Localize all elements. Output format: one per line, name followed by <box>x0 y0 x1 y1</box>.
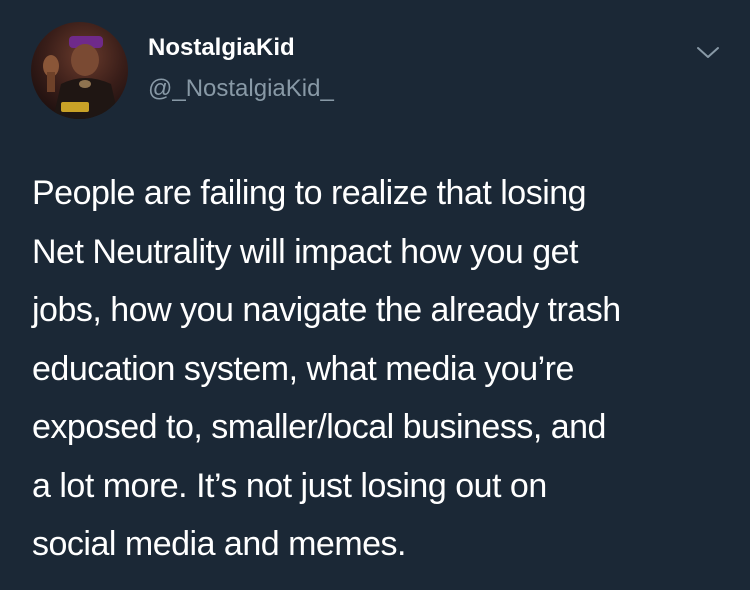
avatar-image <box>31 22 128 119</box>
tweet-text-line: a lot more. It’s not just losing out on <box>32 466 547 505</box>
tweet-text-line: exposed to, smaller/local business, and <box>32 408 606 446</box>
tweet-text-line: social media and memes. <box>32 525 407 563</box>
tweet-text-line: Net Neutrality will impact how you get <box>32 232 579 271</box>
avatar[interactable] <box>31 22 128 119</box>
tweet-menu-button[interactable] <box>690 38 726 68</box>
tweet-text-line: education system, what media you’re <box>32 349 574 388</box>
tweet-card: NostalgiaKid @_NostalgiaKid_ People are … <box>0 0 750 590</box>
author-display-name[interactable]: NostalgiaKid <box>148 34 295 62</box>
tweet-text: People are failing to realize that losin… <box>32 164 732 574</box>
chevron-down-icon <box>697 47 719 58</box>
tweet-text-line: jobs, how you navigate the already trash <box>32 291 621 329</box>
author-handle[interactable]: @_NostalgiaKid_ <box>148 75 334 103</box>
tweet-text-line: People are failing to realize that losin… <box>32 174 587 212</box>
